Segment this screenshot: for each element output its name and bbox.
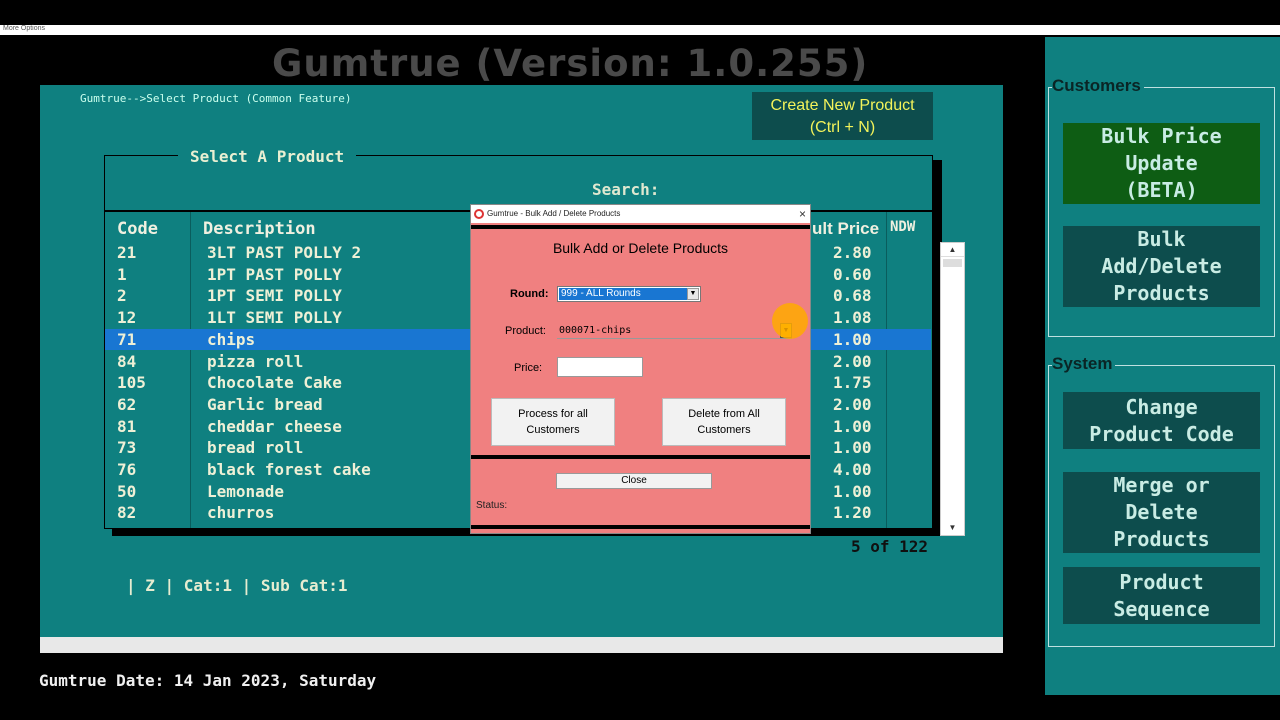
scroll-down-arrow-icon[interactable]: ▼: [941, 521, 964, 535]
more-options-label[interactable]: More Options: [3, 25, 45, 32]
column-header-description[interactable]: Description: [203, 219, 316, 239]
product-list-scrollbar[interactable]: ▲ ▼: [940, 242, 965, 536]
dialog-title-bar[interactable]: Gumtrue - Bulk Add / Delete Products ×: [471, 205, 810, 223]
delete-from-all-customers-button[interactable]: Delete from All Customers: [662, 398, 786, 446]
row-price: 2.00: [833, 395, 872, 414]
row-description: pizza roll: [207, 352, 304, 371]
row-price: 2.80: [833, 243, 872, 262]
scroll-thumb[interactable]: [943, 259, 962, 267]
row-code: 105: [117, 373, 146, 392]
record-counter: 5 of 122: [851, 537, 929, 556]
create-button-line2: (Ctrl + N): [809, 119, 876, 136]
round-select[interactable]: 999 - ALL Rounds ▼: [557, 286, 701, 302]
row-description: 1PT SEMI POLLY: [207, 286, 342, 305]
chevron-down-icon[interactable]: ▼: [687, 288, 699, 300]
row-price: 1.00: [833, 482, 872, 501]
row-description: Garlic bread: [207, 395, 323, 414]
close-button[interactable]: Close: [556, 473, 712, 489]
row-description: Chocolate Cake: [207, 373, 342, 392]
product-label: Product:: [505, 325, 546, 337]
product-list-legend: Select A Product: [178, 147, 357, 166]
product-selected-value: 000071-chips: [559, 325, 632, 336]
close-icon[interactable]: ×: [799, 205, 806, 223]
scroll-up-arrow-icon[interactable]: ▲: [941, 243, 964, 257]
category-line: | Z | Cat:1 | Sub Cat:1: [126, 576, 348, 595]
status-label: Status:: [476, 500, 508, 511]
dialog-heading: Bulk Add or Delete Products: [552, 240, 729, 256]
row-description: 1LT SEMI POLLY: [207, 308, 342, 327]
app-logo-icon: [474, 209, 484, 219]
bottom-strip: [40, 637, 1003, 653]
bulk-price-update-button[interactable]: Bulk Price Update (BETA): [1063, 123, 1260, 204]
dialog-divider-middle: [471, 455, 810, 459]
search-label: Search:: [592, 180, 660, 199]
row-description: 3LT PAST POLLY 2: [207, 243, 362, 262]
cursor-highlight: [772, 303, 808, 339]
app-title: Gumtrue (Version: 1.0.255): [272, 42, 869, 85]
create-new-product-button[interactable]: Create New Product (Ctrl + N): [752, 92, 933, 140]
row-code: 81: [117, 417, 137, 436]
row-description: chips: [207, 330, 256, 349]
bulk-add-delete-products-button[interactable]: Bulk Add/Delete Products: [1063, 226, 1260, 307]
row-price: 1.00: [833, 330, 872, 349]
row-price: 1.00: [833, 438, 872, 457]
row-price: 1.00: [833, 417, 872, 436]
row-code: 73: [117, 438, 137, 457]
column-header-ndw[interactable]: NDW: [890, 219, 915, 235]
row-price: 0.68: [833, 286, 872, 305]
row-code: 12: [117, 308, 137, 327]
dialog-divider-bottom: [471, 525, 810, 529]
row-code: 21: [117, 243, 137, 262]
row-description: 1PT PAST POLLY: [207, 265, 342, 284]
top-bar: More Options: [0, 25, 1280, 35]
row-price: 4.00: [833, 460, 872, 479]
row-code: 84: [117, 352, 137, 371]
change-product-code-button[interactable]: Change Product Code: [1063, 392, 1260, 449]
row-price: 2.00: [833, 352, 872, 371]
column-header-code[interactable]: Code: [117, 219, 158, 239]
row-price: 1.08: [833, 308, 872, 327]
row-code: 82: [117, 503, 137, 522]
row-price: 1.75: [833, 373, 872, 392]
dialog-title: Gumtrue - Bulk Add / Delete Products: [487, 209, 621, 218]
row-code: 2: [117, 286, 127, 305]
gumtrue-date: Gumtrue Date: 14 Jan 2023, Saturday: [39, 671, 377, 690]
row-code: 71: [117, 330, 137, 349]
system-group-label: System: [1052, 354, 1116, 374]
price-label: Price:: [514, 362, 543, 374]
row-code: 50: [117, 482, 137, 501]
row-code: 1: [117, 265, 127, 284]
product-select[interactable]: 000071-chips ▼: [557, 323, 792, 339]
row-description: churros: [207, 503, 275, 522]
row-code: 62: [117, 395, 137, 414]
merge-or-delete-products-button[interactable]: Merge or Delete Products: [1063, 472, 1260, 553]
row-description: black forest cake: [207, 460, 371, 479]
row-price: 1.20: [833, 503, 872, 522]
row-code: 76: [117, 460, 137, 479]
row-description: cheddar cheese: [207, 417, 342, 436]
product-sequence-button[interactable]: Product Sequence: [1063, 567, 1260, 624]
round-selected-value: 999 - ALL Rounds: [559, 288, 687, 300]
dialog-divider-top: [471, 225, 810, 229]
customers-group-label: Customers: [1052, 76, 1144, 96]
breadcrumb: Gumtrue-->Select Product (Common Feature…: [80, 92, 352, 105]
bulk-add-delete-dialog: Gumtrue - Bulk Add / Delete Products × B…: [470, 204, 811, 534]
row-description: bread roll: [207, 438, 304, 457]
row-price: 0.60: [833, 265, 872, 284]
process-for-all-customers-button[interactable]: Process for all Customers: [491, 398, 615, 446]
create-button-line1: Create New Product: [770, 97, 915, 114]
row-description: Lemonade: [207, 482, 285, 501]
round-label: Round:: [510, 288, 549, 300]
price-input[interactable]: [557, 357, 643, 377]
column-header-price[interactable]: ult Price: [812, 219, 879, 239]
